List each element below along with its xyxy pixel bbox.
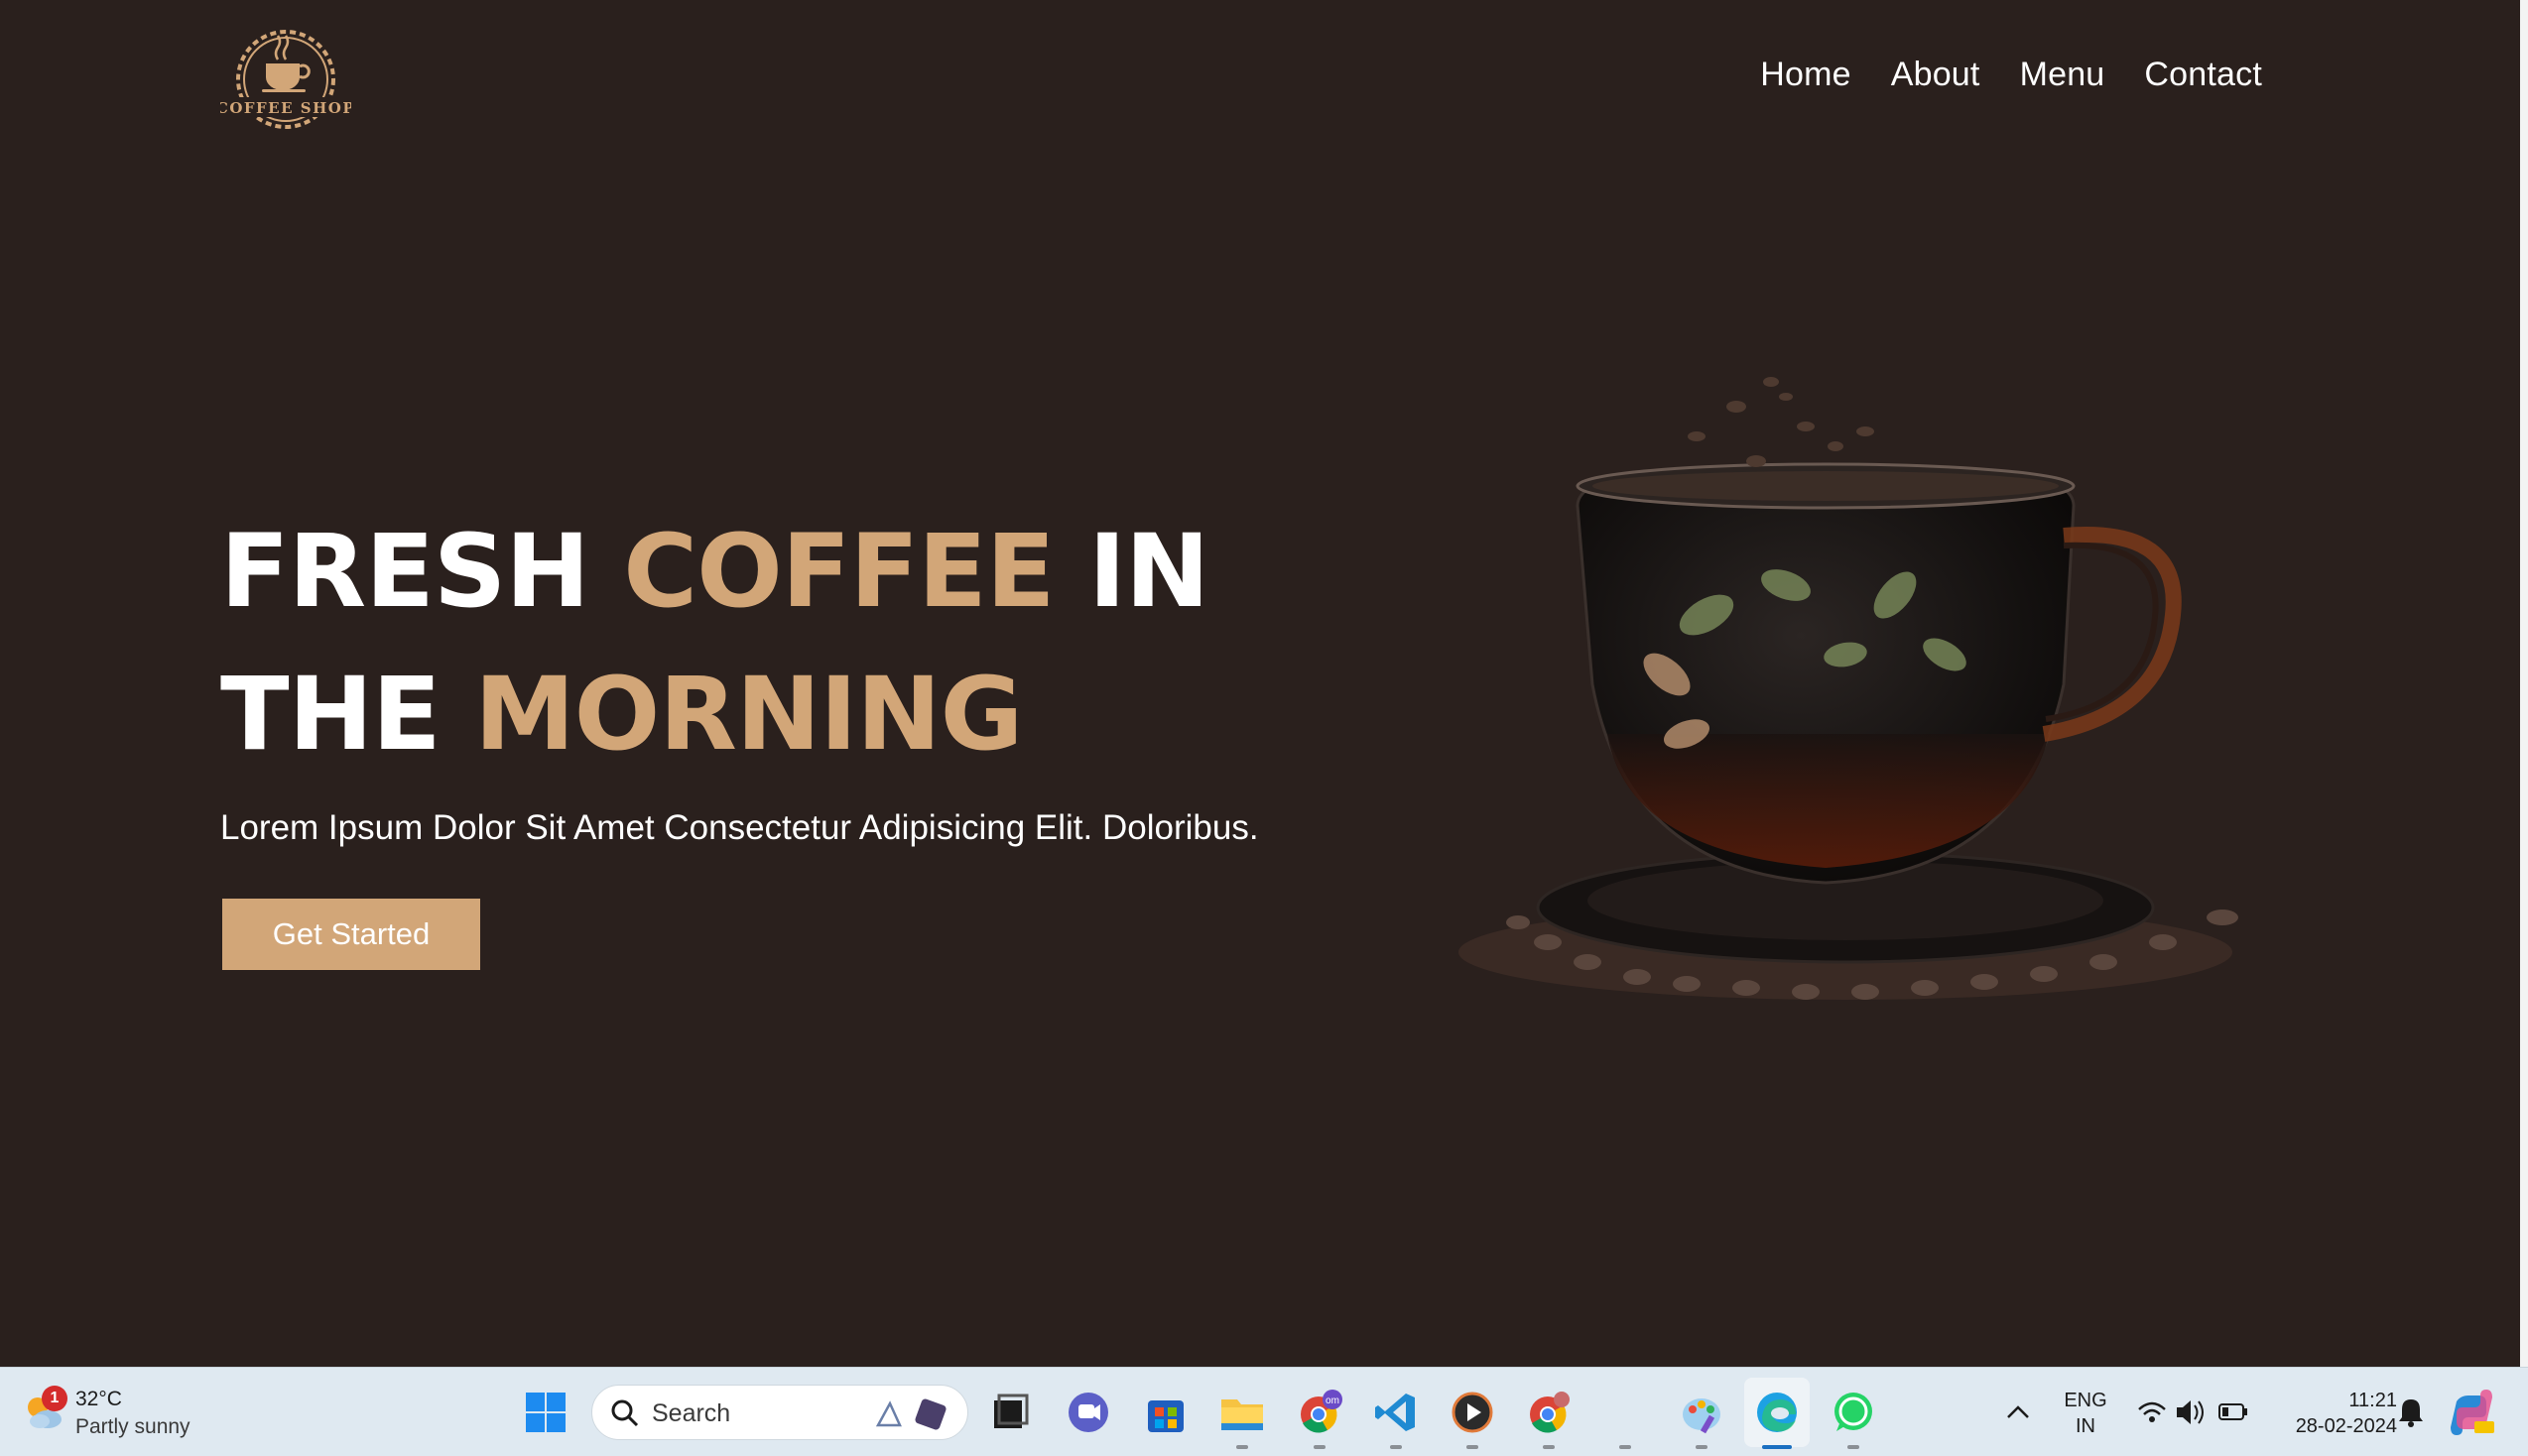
vscode-icon[interactable] (1371, 1388, 1421, 1437)
weather-widget[interactable]: 1 32°C Partly sunny (18, 1384, 206, 1443)
nav-menu-link[interactable]: Menu (2020, 56, 2105, 94)
wifi-icon[interactable] (2135, 1388, 2169, 1437)
hero-subtitle: Lorem Ipsum Dolor Sit Amet Consectetur A… (220, 808, 1259, 847)
weather-condition: Partly sunny (75, 1415, 190, 1438)
hero-title-text: THE (220, 656, 475, 774)
running-indicator (1466, 1445, 1478, 1449)
file-explorer-icon[interactable] (1217, 1388, 1267, 1437)
clock-date: 28-02-2024 (2295, 1415, 2397, 1437)
running-indicator (1236, 1445, 1248, 1449)
chrome-profile-badge: om (1326, 1395, 1339, 1406)
notification-bell-icon[interactable] (2393, 1388, 2429, 1437)
hero-title-text: FRESH (220, 513, 624, 631)
running-indicator (1314, 1445, 1326, 1449)
weather-temperature: 32°C (75, 1388, 122, 1410)
chrome-profile-icon[interactable]: om (1295, 1388, 1344, 1437)
running-indicator (1619, 1445, 1631, 1449)
main-nav: Home About Menu Contact (1760, 56, 2262, 94)
clock-time: 11:21 (2348, 1390, 2397, 1411)
running-indicator (1390, 1445, 1402, 1449)
running-indicator (1847, 1445, 1859, 1449)
search-icon (611, 1399, 639, 1427)
whatsapp-icon[interactable] (1829, 1388, 1878, 1437)
search-highlight-icon (875, 1398, 947, 1430)
hero-title: FRESH COFFEE IN THE MORNING (220, 501, 1209, 787)
windows-taskbar: 1 32°C Partly sunny Search om ENG IN 11:… (0, 1367, 2528, 1456)
copilot-icon[interactable] (2447, 1388, 2496, 1437)
language-indicator[interactable]: ENG IN (2058, 1388, 2113, 1439)
taskbar-search-box[interactable] (591, 1385, 968, 1440)
nav-about-link[interactable]: About (1891, 56, 1980, 94)
get-started-button[interactable]: Get Started (222, 899, 480, 970)
teams-chat-icon[interactable] (1064, 1388, 1113, 1437)
search-input[interactable] (652, 1397, 850, 1429)
edge-icon[interactable] (1752, 1388, 1802, 1437)
browser-scrollbar-edge (2520, 0, 2528, 1367)
windows-start-icon[interactable] (521, 1388, 570, 1437)
nav-home-link[interactable]: Home (1760, 56, 1851, 94)
active-indicator (1762, 1445, 1792, 1449)
logo-text: COFFEE SHOP (220, 99, 351, 117)
nav-contact-link[interactable]: Contact (2144, 56, 2262, 94)
clock[interactable]: 11:21 28-02-2024 (2268, 1388, 2397, 1439)
chrome-icon[interactable] (1524, 1388, 1574, 1437)
hero-title-text: IN (1054, 513, 1209, 631)
hero-title-accent-morning: MORNING (474, 656, 1023, 774)
chevron-up-icon[interactable] (2000, 1388, 2036, 1437)
website-viewport: COFFEE SHOP Home About Menu Contact FRES… (0, 0, 2520, 1367)
battery-icon[interactable] (2216, 1388, 2250, 1437)
coffee-cup-image (1458, 377, 2238, 1000)
coffee-shop-logo[interactable]: COFFEE SHOP (220, 24, 351, 131)
microsoft-store-icon[interactable] (1141, 1388, 1191, 1437)
volume-icon[interactable] (2173, 1388, 2207, 1437)
paint-icon[interactable] (1677, 1388, 1726, 1437)
language-code: ENG (2064, 1390, 2107, 1411)
media-player-icon[interactable] (1448, 1388, 1497, 1437)
weather-notification-badge: 1 (42, 1386, 67, 1411)
language-region: IN (2076, 1415, 2095, 1437)
hero-title-accent-coffee: COFFEE (623, 513, 1055, 631)
running-indicator (1543, 1445, 1555, 1449)
task-view-icon[interactable] (985, 1388, 1035, 1437)
running-indicator (1696, 1445, 1707, 1449)
